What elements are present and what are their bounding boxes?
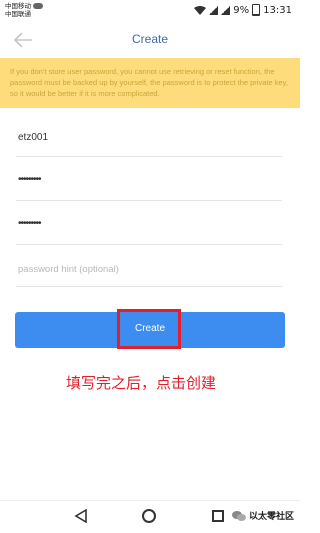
carrier-info: 中国移动 中国联通 — [5, 2, 31, 18]
wallet-name-field[interactable]: etz001 — [16, 122, 282, 157]
watermark-text: 以太零社区 — [248, 512, 294, 522]
nav-back-icon[interactable] — [74, 509, 88, 523]
password-field[interactable]: ••••••••• — [16, 166, 282, 201]
cloud-icon — [33, 3, 43, 9]
carrier-1: 中国移动 — [5, 2, 31, 10]
battery-percent: 9% — [233, 4, 250, 16]
confirm-password-value: ••••••••• — [18, 218, 41, 229]
password-hint-input[interactable] — [16, 252, 282, 286]
status-bar: 中国移动 中国联通 9% 13:31 — [0, 0, 300, 22]
password-value: ••••••••• — [18, 174, 41, 185]
nav-home-icon[interactable] — [142, 509, 156, 523]
clock: 13:31 — [263, 4, 292, 16]
carrier-2: 中国联通 — [5, 10, 31, 18]
status-indicators: 9% 13:31 — [194, 4, 292, 16]
page-title: Create — [131, 32, 169, 46]
wechat-icon — [231, 510, 246, 521]
signal-icon-2 — [221, 5, 231, 15]
warning-banner: If you don't store user password, you ca… — [0, 58, 300, 108]
watermark: 以太零社区 — [231, 509, 294, 522]
wifi-icon — [194, 5, 207, 15]
highlight-box — [117, 309, 181, 349]
password-hint-field[interactable] — [16, 252, 282, 287]
annotation-text: 填写完之后，点击创建 — [66, 374, 217, 392]
confirm-password-field[interactable]: ••••••••• — [16, 210, 282, 245]
app-bar: Create — [0, 22, 300, 58]
battery-icon — [252, 4, 261, 16]
nav-recent-icon[interactable] — [212, 510, 224, 522]
signal-icon — [209, 5, 219, 15]
wallet-name-value: etz001 — [18, 132, 49, 143]
